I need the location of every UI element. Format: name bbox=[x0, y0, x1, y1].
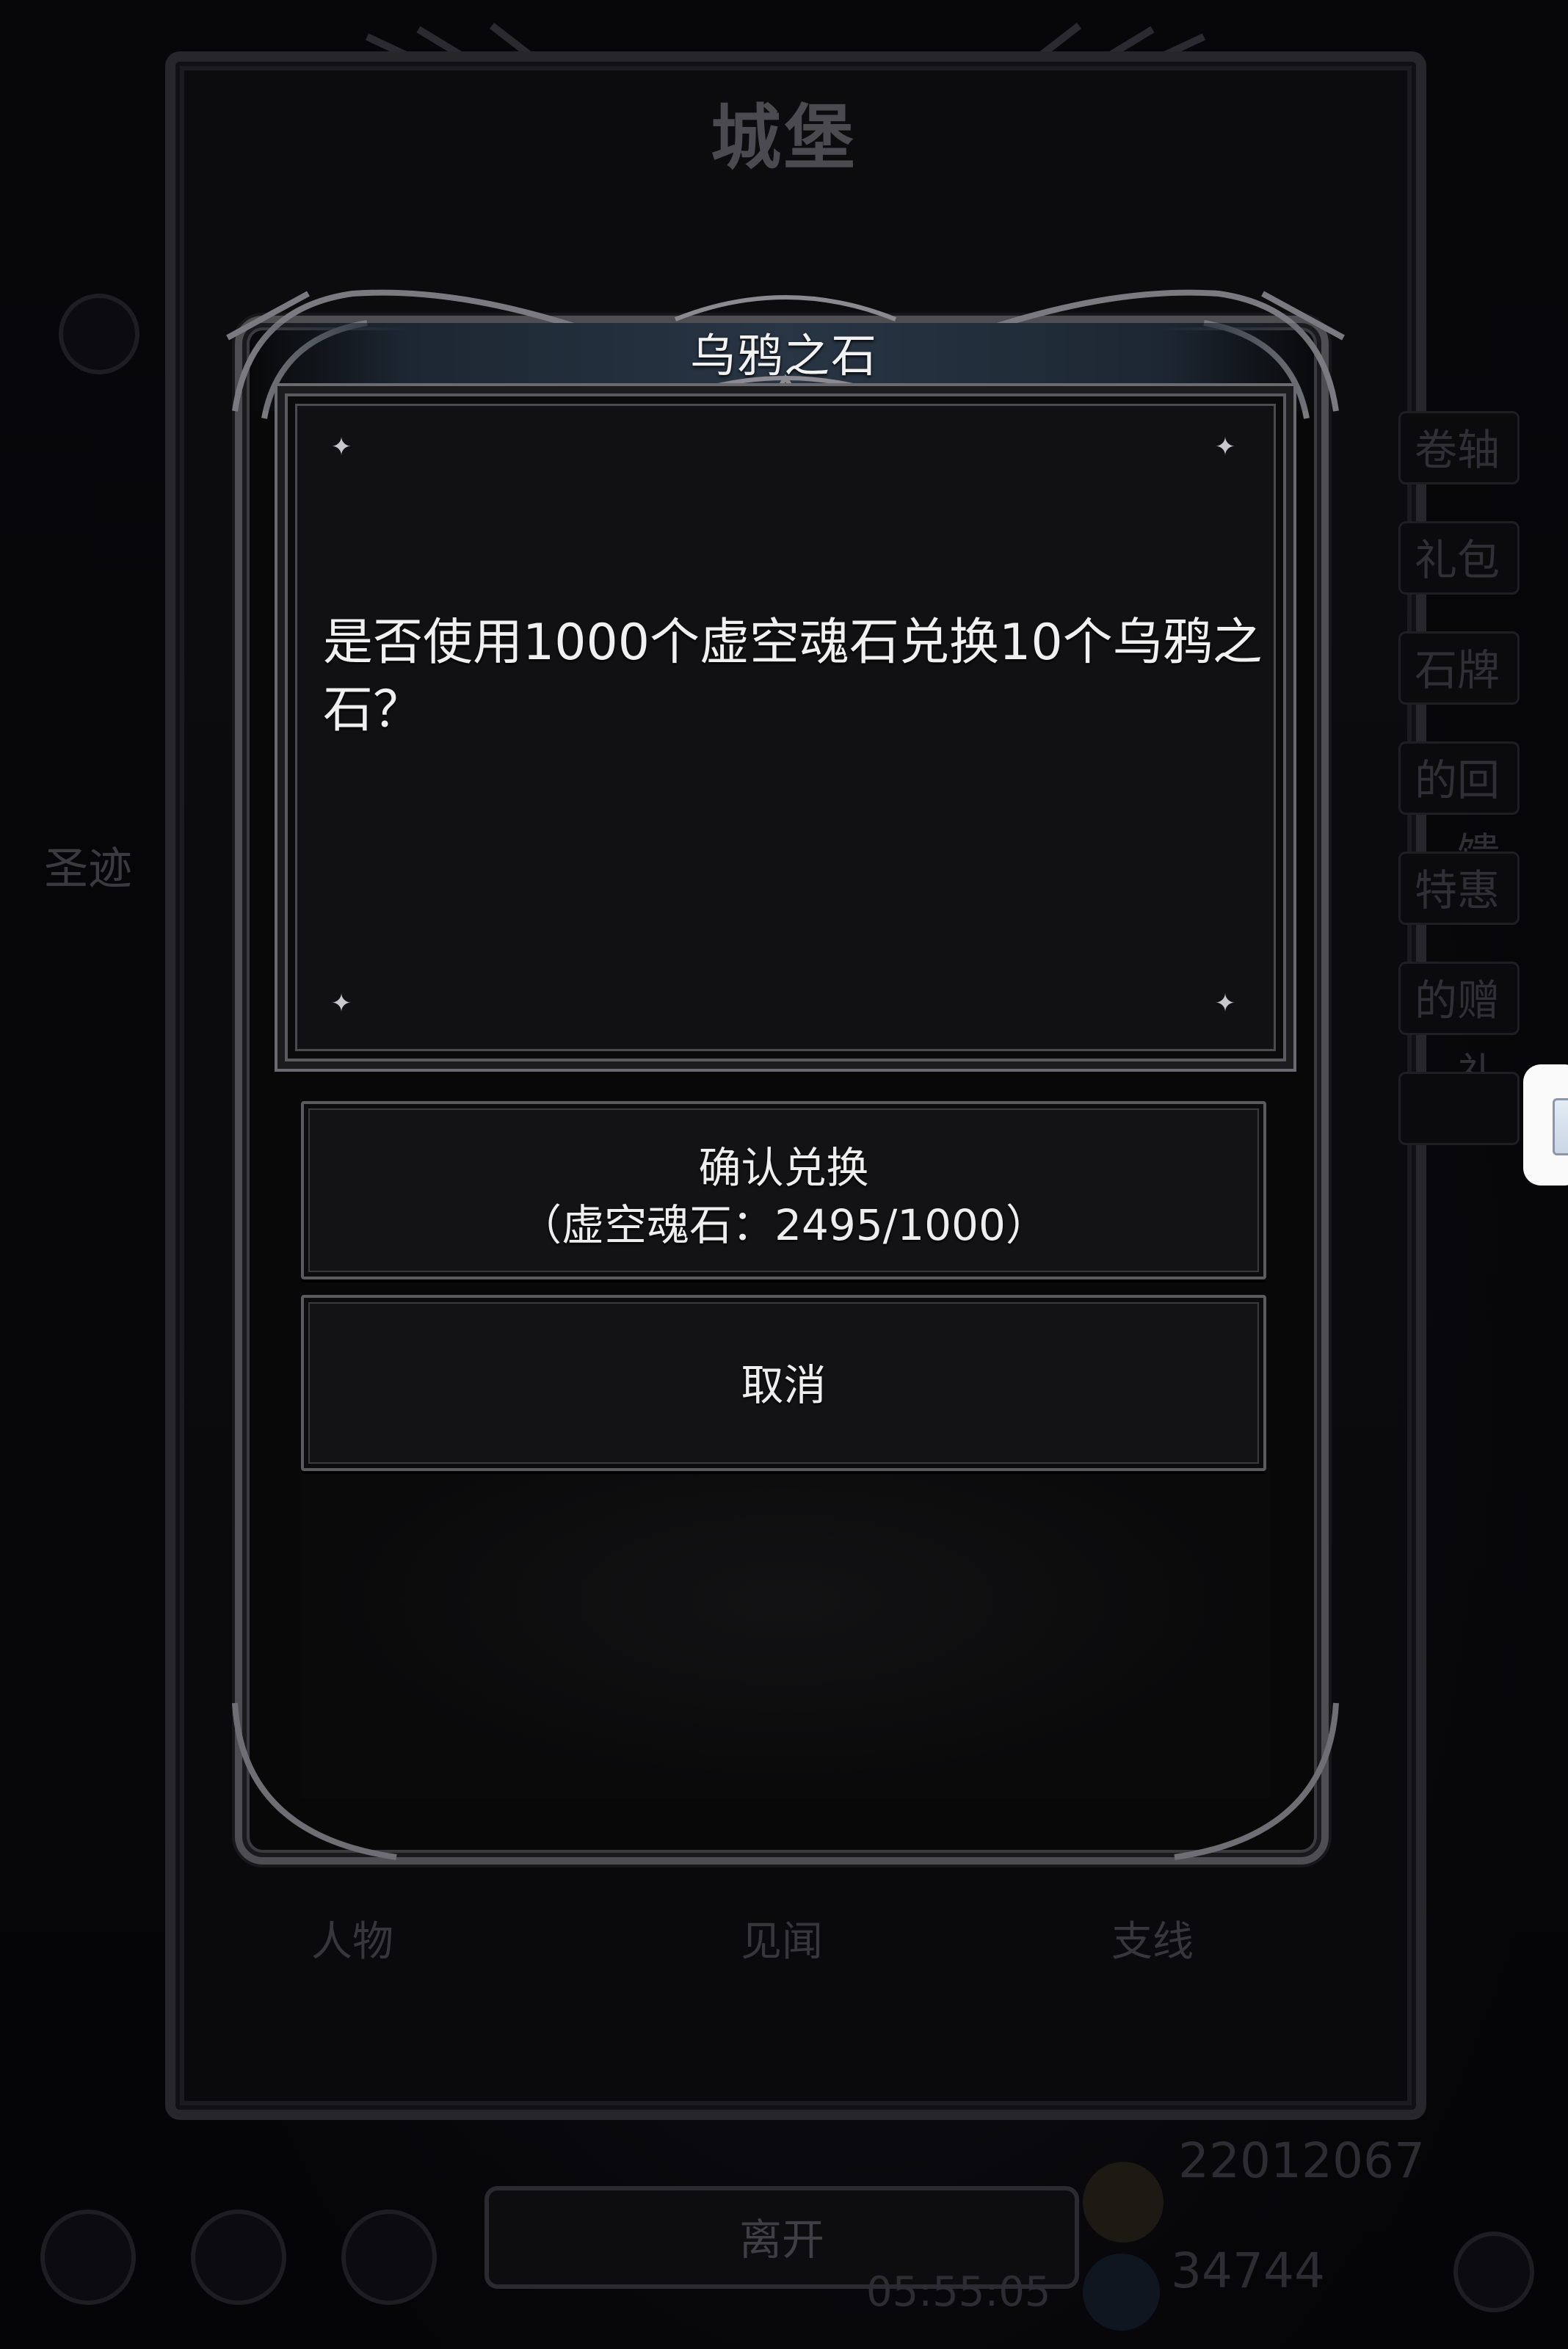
bottom-menu-icon-3[interactable] bbox=[341, 2210, 437, 2305]
confirm-exchange-button[interactable]: 确认兑换 （虚空魂石：2495/1000） bbox=[301, 1101, 1266, 1279]
confirm-cost-text: （虚空魂石：2495/1000） bbox=[519, 1200, 1048, 1250]
side-tab-scroll[interactable]: 卷轴 bbox=[1398, 411, 1520, 484]
gem-amount: 34744 bbox=[1171, 2243, 1325, 2299]
sparkle-icon: ✦ bbox=[1214, 989, 1236, 1018]
bottom-menu-icon-2[interactable] bbox=[191, 2210, 286, 2305]
timer-text: 05:55:05 bbox=[866, 2268, 1051, 2316]
holy-relic-label: 圣迹 bbox=[44, 843, 132, 895]
gold-amount: 22012067 bbox=[1178, 2132, 1425, 2189]
side-tab-collapse[interactable] bbox=[1398, 1072, 1520, 1145]
castle-title: 城堡 bbox=[711, 96, 857, 179]
cancel-button[interactable]: 取消 bbox=[301, 1295, 1266, 1471]
add-currency-icon[interactable] bbox=[1453, 2232, 1534, 2312]
gold-coin-icon bbox=[1083, 2162, 1164, 2243]
tab-sideline[interactable]: 支线 bbox=[1042, 1909, 1263, 1968]
side-tab-stone[interactable]: 石牌 bbox=[1398, 631, 1520, 705]
sparkle-icon: ✦ bbox=[1214, 432, 1236, 462]
side-tab-gift[interactable]: 的赠礼 bbox=[1398, 962, 1520, 1099]
side-tab-pack[interactable]: 礼包 bbox=[1398, 521, 1520, 595]
gem-icon bbox=[1083, 2254, 1160, 2331]
confirm-label: 确认兑换 bbox=[698, 1143, 869, 1193]
sparkle-icon: ✦ bbox=[330, 432, 352, 462]
side-tab-reward[interactable]: 的回馈 bbox=[1398, 741, 1520, 879]
floating-widget-icon bbox=[1553, 1098, 1568, 1155]
side-tab-deal[interactable]: 特惠 bbox=[1398, 852, 1520, 925]
castle-tab-bar: 人物 见闻 支线 bbox=[184, 1909, 1387, 2004]
sparkle-icon: ✦ bbox=[330, 989, 352, 1018]
cancel-label: 取消 bbox=[741, 1360, 827, 1410]
dialog-bottom-ornament bbox=[232, 1702, 1339, 1860]
exchange-prompt-text: 是否使用1000个虚空魂石兑换10个乌鸦之石？ bbox=[323, 614, 1263, 739]
floating-assistant-widget[interactable] bbox=[1523, 1064, 1568, 1186]
tab-stories[interactable]: 见闻 bbox=[672, 1909, 892, 1968]
bottom-menu-icon-1[interactable] bbox=[40, 2210, 136, 2305]
tab-character[interactable]: 人物 bbox=[242, 1909, 462, 1968]
